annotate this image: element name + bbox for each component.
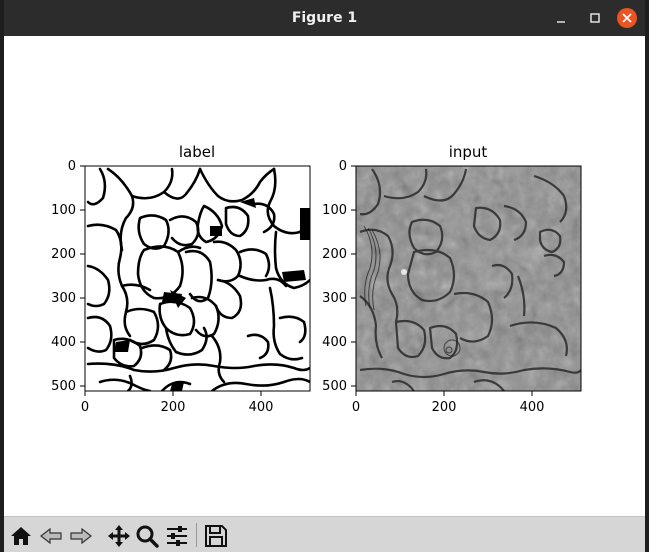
zoom-magnifier-icon (136, 525, 159, 548)
maximize-button[interactable] (585, 8, 605, 28)
input-y-tick: 500 (322, 379, 347, 394)
close-button[interactable] (617, 8, 637, 28)
desktop-edge (645, 0, 649, 552)
input-y-tick: 400 (322, 335, 347, 350)
back-button[interactable] (38, 523, 64, 549)
minimize-button[interactable] (551, 8, 571, 28)
label-panel-title: label (179, 143, 215, 161)
configure-subplots-icon (167, 526, 187, 546)
label-image (85, 166, 310, 391)
input-y-tick: 200 (322, 247, 347, 262)
save-floppy-icon (205, 525, 227, 547)
configure-subplots-button[interactable] (164, 523, 190, 549)
back-arrow-icon (40, 527, 62, 545)
figure-svg: label 0 100 200 300 400 500 0 200 400 in… (51, 143, 582, 415)
input-panel-title: input (449, 143, 488, 161)
input-y-tick: 0 (339, 159, 347, 174)
minimize-icon (557, 21, 565, 23)
pan-move-icon (108, 525, 130, 547)
figure-canvas[interactable]: label 0 100 200 300 400 500 0 200 400 in… (4, 36, 645, 516)
window-title: Figure 1 (291, 10, 358, 26)
close-icon (622, 13, 632, 23)
label-y-tick: 300 (51, 291, 76, 306)
input-x-axis: 0 200 400 (352, 391, 545, 415)
figure-window: Figure 1 label 0 100 200 300 400 500 0 2… (4, 0, 645, 552)
label-y-axis: 0 100 200 300 400 500 (51, 159, 85, 394)
navigation-toolbar (4, 516, 645, 552)
zoom-button[interactable] (134, 523, 160, 549)
input-y-tick: 300 (322, 291, 347, 306)
input-y-tick: 100 (322, 203, 347, 218)
label-y-tick: 500 (51, 379, 76, 394)
input-x-tick: 0 (352, 400, 360, 415)
label-x-axis: 0 200 400 (81, 391, 274, 415)
titlebar[interactable]: Figure 1 (4, 0, 645, 36)
input-y-axis: 0 100 200 300 400 500 (322, 159, 356, 394)
label-x-tick: 0 (81, 400, 89, 415)
maximize-icon (590, 13, 600, 23)
label-y-tick: 0 (68, 159, 76, 174)
home-button[interactable] (8, 523, 34, 549)
label-x-tick: 400 (249, 400, 274, 415)
home-icon (11, 527, 31, 545)
label-y-tick: 200 (51, 247, 76, 262)
forward-arrow-icon (70, 527, 92, 545)
label-x-tick: 200 (161, 400, 186, 415)
save-button[interactable] (203, 523, 229, 549)
label-y-tick: 400 (51, 335, 76, 350)
input-image (356, 166, 581, 391)
input-x-tick: 400 (520, 400, 545, 415)
pan-button[interactable] (106, 523, 132, 549)
toolbar-separator (196, 523, 197, 547)
input-x-tick: 200 (432, 400, 457, 415)
label-y-tick: 100 (51, 203, 76, 218)
forward-button[interactable] (68, 523, 94, 549)
